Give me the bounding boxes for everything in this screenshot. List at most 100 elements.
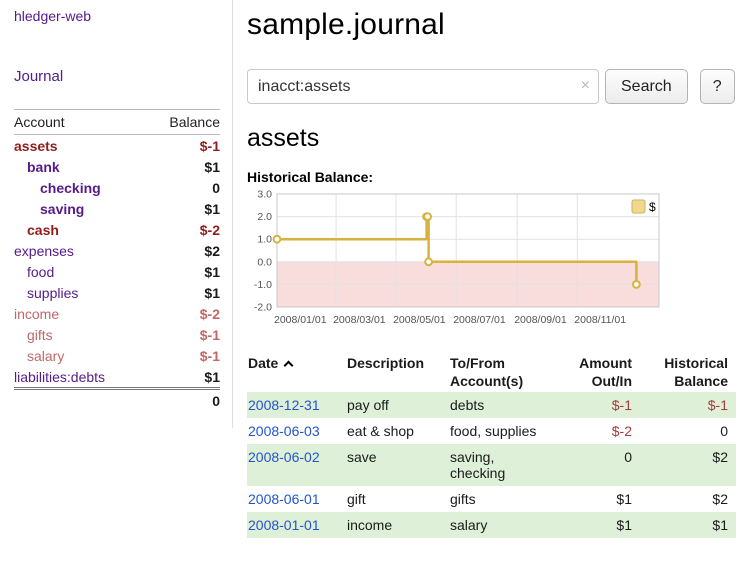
transaction-date-cell: 2008-06-02 [247,444,339,486]
account-name-cell: salary [14,345,146,366]
register-table: DateDescriptionTo/FromAccount(s)AmountOu… [247,352,736,538]
account-link-supplies[interactable]: supplies [27,285,78,301]
svg-text:2008/03/01: 2008/03/01 [333,314,386,326]
account-link-expenses[interactable]: expenses [14,243,74,259]
column-header-balance[interactable]: HistoricalBalance [640,352,736,392]
account-row: assets $-1 [14,135,220,157]
help-button[interactable]: ? [700,69,735,104]
account-balance: $-1 [146,135,220,157]
transaction-historical-balance: $-1 [640,392,736,418]
account-name-cell: supplies [14,282,146,303]
transaction-date-link[interactable]: 2008-06-01 [248,491,320,507]
transaction-historical-balance: $2 [640,486,736,512]
account-row: income $-2 [14,303,220,324]
account-balance: $1 [146,261,220,282]
account-balance: $-2 [146,219,220,240]
account-row: liabilities:debts $1 [14,366,220,389]
column-header-description[interactable]: Description [339,352,442,392]
account-name-cell: liabilities:debts [14,366,146,389]
search-input[interactable] [247,69,599,104]
account-link-liabilities-debts[interactable]: liabilities:debts [14,369,105,385]
transaction-historical-balance: $1 [640,512,736,538]
column-header-amount[interactable]: AmountOut/In [557,352,640,392]
account-name-cell: saving [14,198,146,219]
svg-text:1.0: 1.0 [257,234,272,246]
account-link-bank[interactable]: bank [27,159,60,175]
hledger-web-app: hledger-web Journal Account Balance asse… [0,0,742,538]
transaction-accounts: debts [442,392,557,418]
transaction-description: pay off [339,392,442,418]
search-input-wrap: × [247,69,599,104]
account-name-cell: gifts [14,324,146,345]
app-title-link[interactable]: hledger-web [14,8,91,24]
account-balance: $-1 [146,345,220,366]
transaction-description: gift [339,486,442,512]
column-header-accounts[interactable]: To/FromAccount(s) [442,352,557,392]
svg-text:2008/09/01: 2008/09/01 [514,314,567,326]
svg-text:2008/07/01: 2008/07/01 [453,314,506,326]
accounts-total-balance: 0 [146,389,220,413]
transaction-accounts: food, supplies [442,418,557,444]
accounts-total-row: 0 [14,389,220,413]
account-link-income[interactable]: income [14,306,59,322]
transaction-date-link[interactable]: 2008-06-02 [248,449,320,465]
transaction-date-link[interactable]: 2008-12-31 [248,397,320,413]
account-link-salary[interactable]: salary [27,348,64,364]
svg-text:2008/11/01: 2008/11/01 [574,314,626,326]
sort-ascending-icon [284,361,294,371]
account-name-cell: income [14,303,146,324]
chart-title: Historical Balance: [247,169,742,185]
account-link-assets[interactable]: assets [14,138,58,154]
account-balance: $-1 [146,324,220,345]
transaction-accounts: gifts [442,486,557,512]
page-title: sample.journal [247,8,742,42]
transaction-description: income [339,512,442,538]
account-balance: $1 [146,282,220,303]
transaction-amount: $1 [557,486,640,512]
transaction-date-cell: 2008-01-01 [247,512,339,538]
transaction-row: 2008-06-01 giftgifts$1$2 [247,486,736,512]
account-balance: $-2 [146,303,220,324]
transaction-date-link[interactable]: 2008-01-01 [248,517,320,533]
main-content: sample.journal × Search ? assets Histori… [233,0,742,538]
account-row: supplies $1 [14,282,220,303]
account-balance: $1 [146,198,220,219]
transaction-row: 2008-06-02savesaving, checking0$2 [247,444,736,486]
account-link-checking[interactable]: checking [40,180,101,196]
transaction-description: save [339,444,442,486]
svg-text:2008/05/01: 2008/05/01 [393,314,446,326]
search-button[interactable]: Search [605,69,688,104]
column-header-date[interactable]: Date [247,352,339,392]
chart-svg: 3.02.01.00.0-1.0-2.02008/01/012008/03/01… [247,189,665,331]
transaction-date-link[interactable]: 2008-06-03 [248,423,320,439]
search-form: × Search ? [247,69,742,104]
svg-text:$: $ [649,200,656,214]
account-row: checking0 [14,177,220,198]
account-balance: $1 [146,156,220,177]
account-link-gifts[interactable]: gifts [27,327,53,343]
svg-text:-2.0: -2.0 [254,302,272,314]
account-link-saving[interactable]: saving [40,201,84,217]
transaction-accounts: salary [442,512,557,538]
account-link-food[interactable]: food [27,264,54,280]
register-header-row: DateDescriptionTo/FromAccount(s)AmountOu… [247,352,736,392]
account-name-cell: assets [14,135,146,157]
account-row: bank $1 [14,156,220,177]
account-balance: $1 [146,366,220,389]
accounts-header-balance: Balance [146,110,220,135]
account-heading: assets [247,124,742,153]
transaction-row: 2008-06-03eat & shopfood, supplies$-20 [247,418,736,444]
account-balance: $2 [146,240,220,261]
account-row: cash $-2 [14,219,220,240]
historical-balance-chart: 3.02.01.00.0-1.0-2.02008/01/012008/03/01… [247,189,742,334]
sidebar-item-journal[interactable]: Journal [14,68,220,85]
clear-search-icon[interactable]: × [581,76,590,96]
svg-text:-1.0: -1.0 [254,279,272,291]
accounts-total-spacer [14,389,146,413]
transaction-amount: $-1 [557,392,640,418]
svg-text:2008/01/01: 2008/01/01 [274,314,327,326]
sidebar: hledger-web Journal Account Balance asse… [0,0,233,428]
account-link-cash[interactable]: cash [27,222,59,238]
transaction-date-cell: 2008-12-31 [247,392,339,418]
account-row: expenses $2 [14,240,220,261]
